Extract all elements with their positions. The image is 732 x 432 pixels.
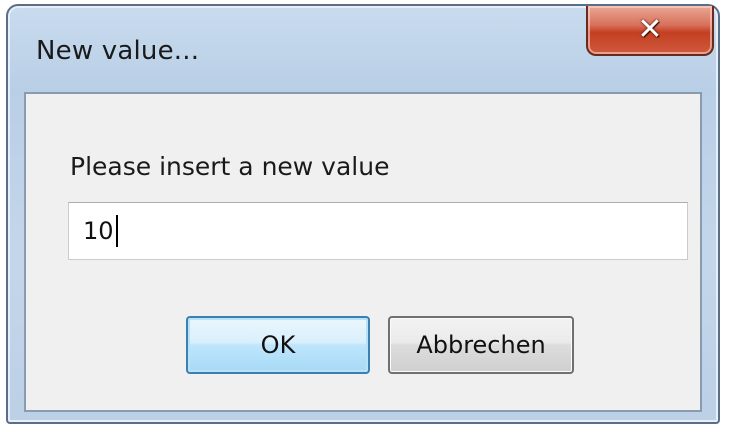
dialog-window: New value... ✕ Please insert a new value…	[6, 4, 720, 424]
text-caret	[115, 215, 118, 247]
ok-button[interactable]: OK	[186, 316, 370, 374]
close-icon: ✕	[637, 12, 663, 47]
prompt-label: Please insert a new value	[70, 152, 390, 181]
value-input-text: 10	[83, 217, 114, 245]
close-button[interactable]: ✕	[586, 6, 714, 56]
cancel-button[interactable]: Abbrechen	[388, 316, 574, 374]
window-title: New value...	[36, 36, 200, 66]
dialog-body: Please insert a new value 10 OK Abbreche…	[24, 92, 702, 412]
title-bar[interactable]: New value... ✕	[8, 6, 718, 94]
value-input[interactable]: 10	[68, 202, 688, 260]
